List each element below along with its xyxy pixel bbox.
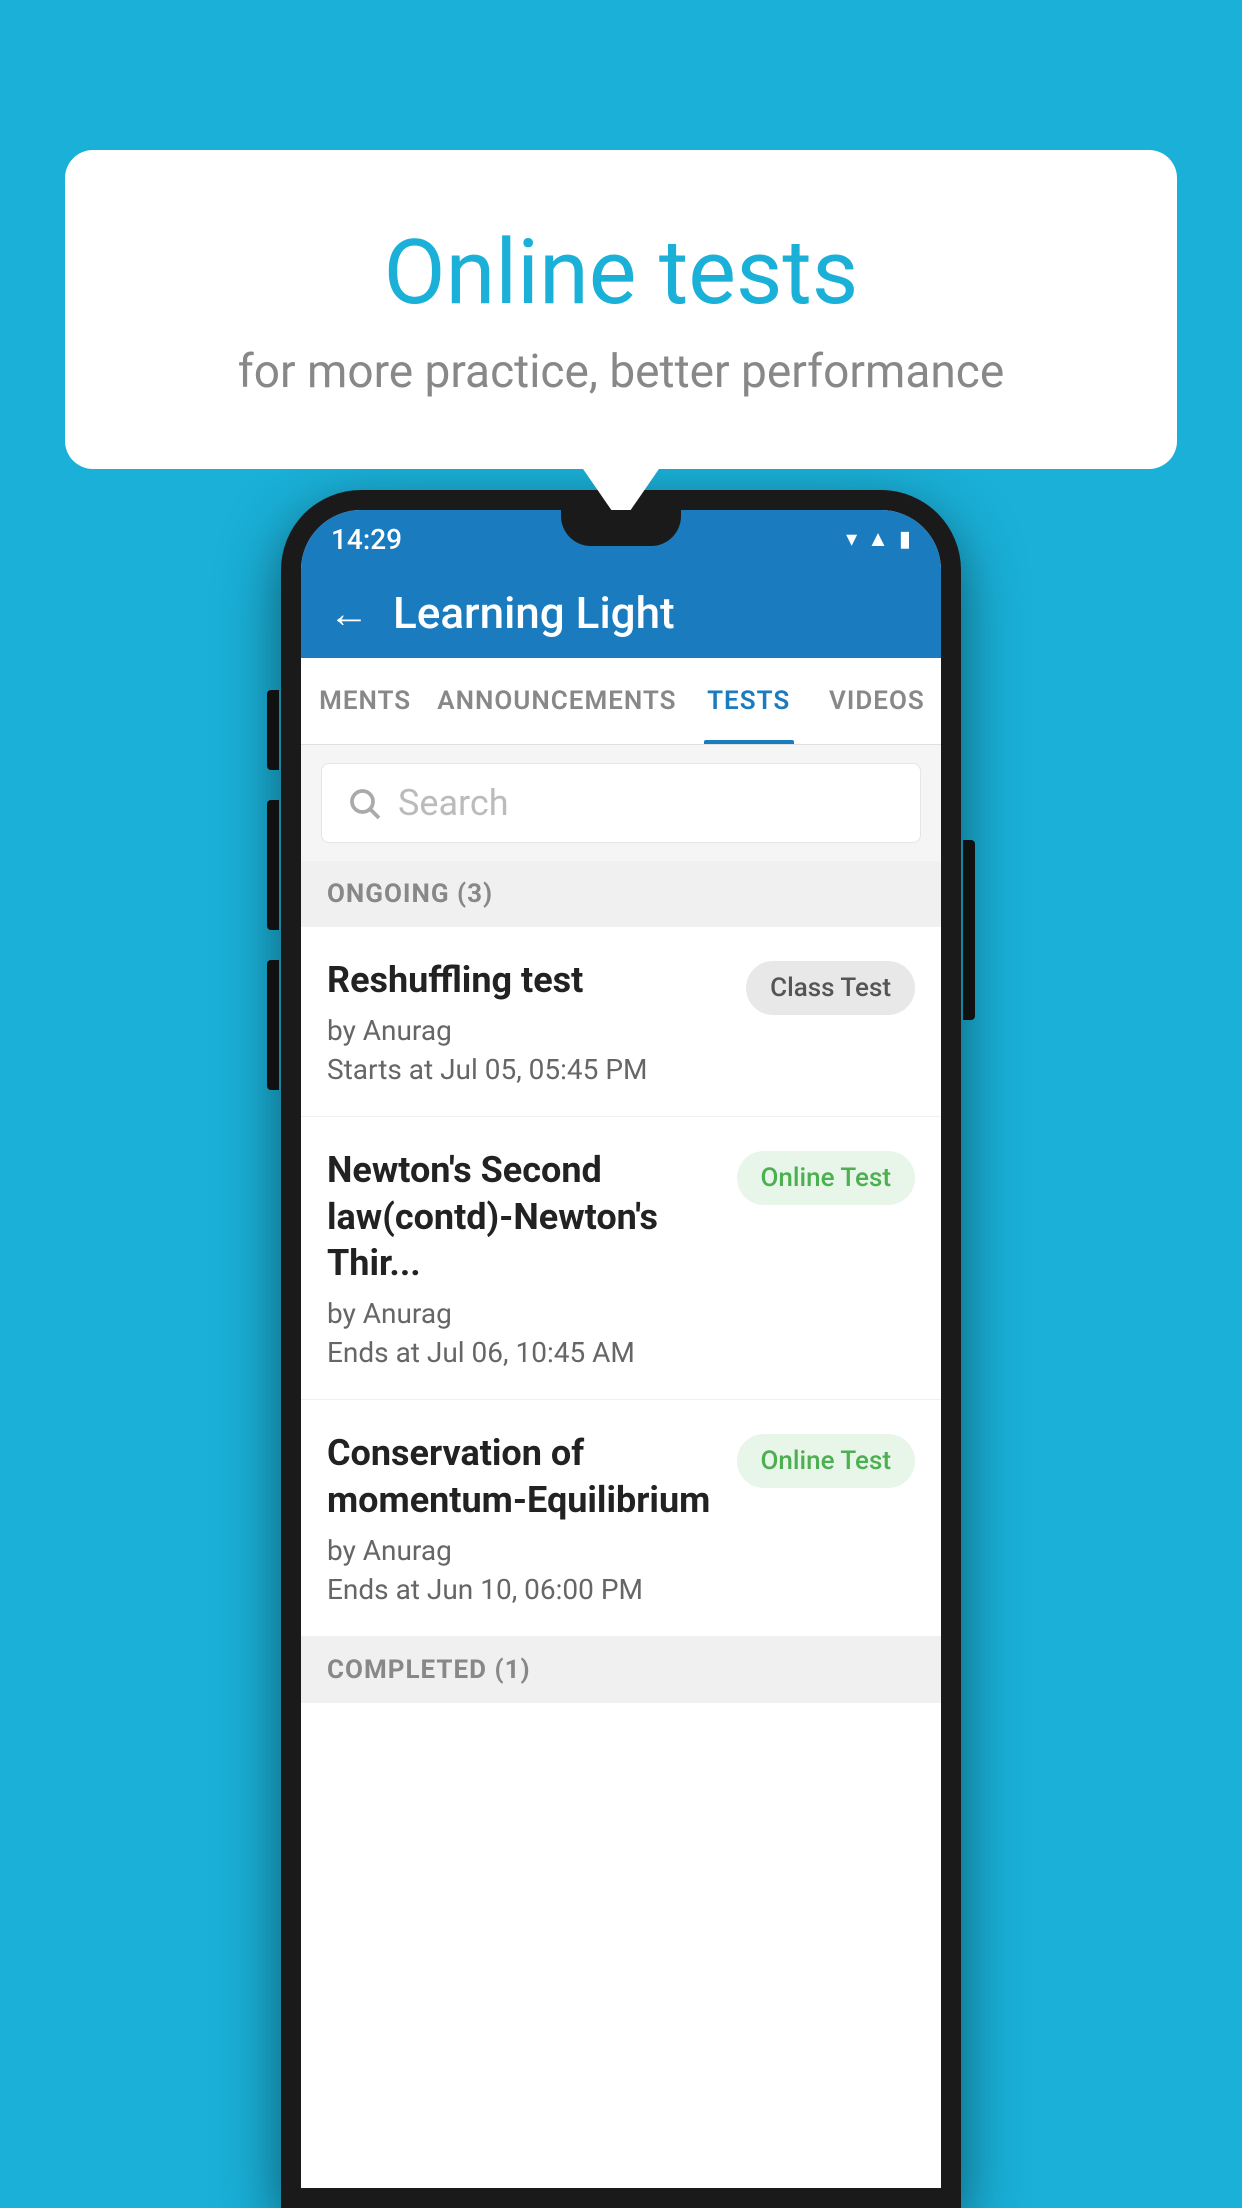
battery-icon: ▮ bbox=[899, 527, 911, 552]
test-info: Reshuffling test by Anurag Starts at Jul… bbox=[327, 957, 730, 1086]
test-info: Conservation of momentum-Equilibrium by … bbox=[327, 1430, 721, 1606]
phone-notch bbox=[561, 510, 681, 546]
phone-screen: 14:29 ▾ ▲ ▮ ← Learning Light MENTS ANNOU… bbox=[301, 510, 941, 2188]
test-time: Starts at Jul 05, 05:45 PM bbox=[327, 1053, 730, 1086]
test-name: Conservation of momentum-Equilibrium bbox=[327, 1430, 721, 1524]
test-name: Newton's Second law(contd)-Newton's Thir… bbox=[327, 1147, 721, 1287]
wifi-icon: ▾ bbox=[846, 527, 857, 552]
class-test-badge: Class Test bbox=[746, 961, 915, 1015]
signal-icon: ▲ bbox=[867, 526, 889, 552]
phone-outer: 14:29 ▾ ▲ ▮ ← Learning Light MENTS ANNOU… bbox=[281, 490, 961, 2208]
test-name: Reshuffling test bbox=[327, 957, 730, 1004]
online-test-badge: Online Test bbox=[737, 1434, 916, 1488]
status-icons: ▾ ▲ ▮ bbox=[846, 526, 911, 552]
app-title: Learning Light bbox=[393, 587, 675, 639]
tab-videos[interactable]: VIDEOS bbox=[813, 658, 941, 744]
tabs-bar: MENTS ANNOUNCEMENTS TESTS VIDEOS bbox=[301, 658, 941, 745]
volume-up-button bbox=[267, 690, 279, 770]
test-author: by Anurag bbox=[327, 1297, 721, 1330]
search-container: Search bbox=[301, 745, 941, 861]
tab-ments[interactable]: MENTS bbox=[301, 658, 429, 744]
test-item[interactable]: Newton's Second law(contd)-Newton's Thir… bbox=[301, 1117, 941, 1400]
bubble-title: Online tests bbox=[145, 220, 1097, 325]
promo-section: Online tests for more practice, better p… bbox=[65, 150, 1177, 469]
test-time: Ends at Jul 06, 10:45 AM bbox=[327, 1336, 721, 1369]
search-placeholder: Search bbox=[398, 782, 509, 824]
phone-mockup: 14:29 ▾ ▲ ▮ ← Learning Light MENTS ANNOU… bbox=[70, 490, 1172, 2208]
completed-section-header: COMPLETED (1) bbox=[301, 1637, 941, 1703]
speech-bubble: Online tests for more practice, better p… bbox=[65, 150, 1177, 469]
status-time: 14:29 bbox=[331, 523, 402, 556]
back-button[interactable]: ← bbox=[329, 590, 369, 637]
test-author: by Anurag bbox=[327, 1534, 721, 1567]
volume-down-button bbox=[267, 800, 279, 930]
tab-tests[interactable]: TESTS bbox=[685, 658, 813, 744]
app-bar: ← Learning Light bbox=[301, 568, 941, 658]
bubble-subtitle: for more practice, better performance bbox=[145, 345, 1097, 399]
tab-announcements[interactable]: ANNOUNCEMENTS bbox=[429, 658, 684, 744]
search-icon bbox=[346, 785, 382, 821]
online-test-badge: Online Test bbox=[737, 1151, 916, 1205]
volume-down2-button bbox=[267, 960, 279, 1090]
search-bar[interactable]: Search bbox=[321, 763, 921, 843]
test-item[interactable]: Conservation of momentum-Equilibrium by … bbox=[301, 1400, 941, 1637]
ongoing-section-header: ONGOING (3) bbox=[301, 861, 941, 927]
test-info: Newton's Second law(contd)-Newton's Thir… bbox=[327, 1147, 721, 1369]
test-time: Ends at Jun 10, 06:00 PM bbox=[327, 1573, 721, 1606]
power-button bbox=[963, 840, 975, 1020]
test-author: by Anurag bbox=[327, 1014, 730, 1047]
test-item[interactable]: Reshuffling test by Anurag Starts at Jul… bbox=[301, 927, 941, 1117]
